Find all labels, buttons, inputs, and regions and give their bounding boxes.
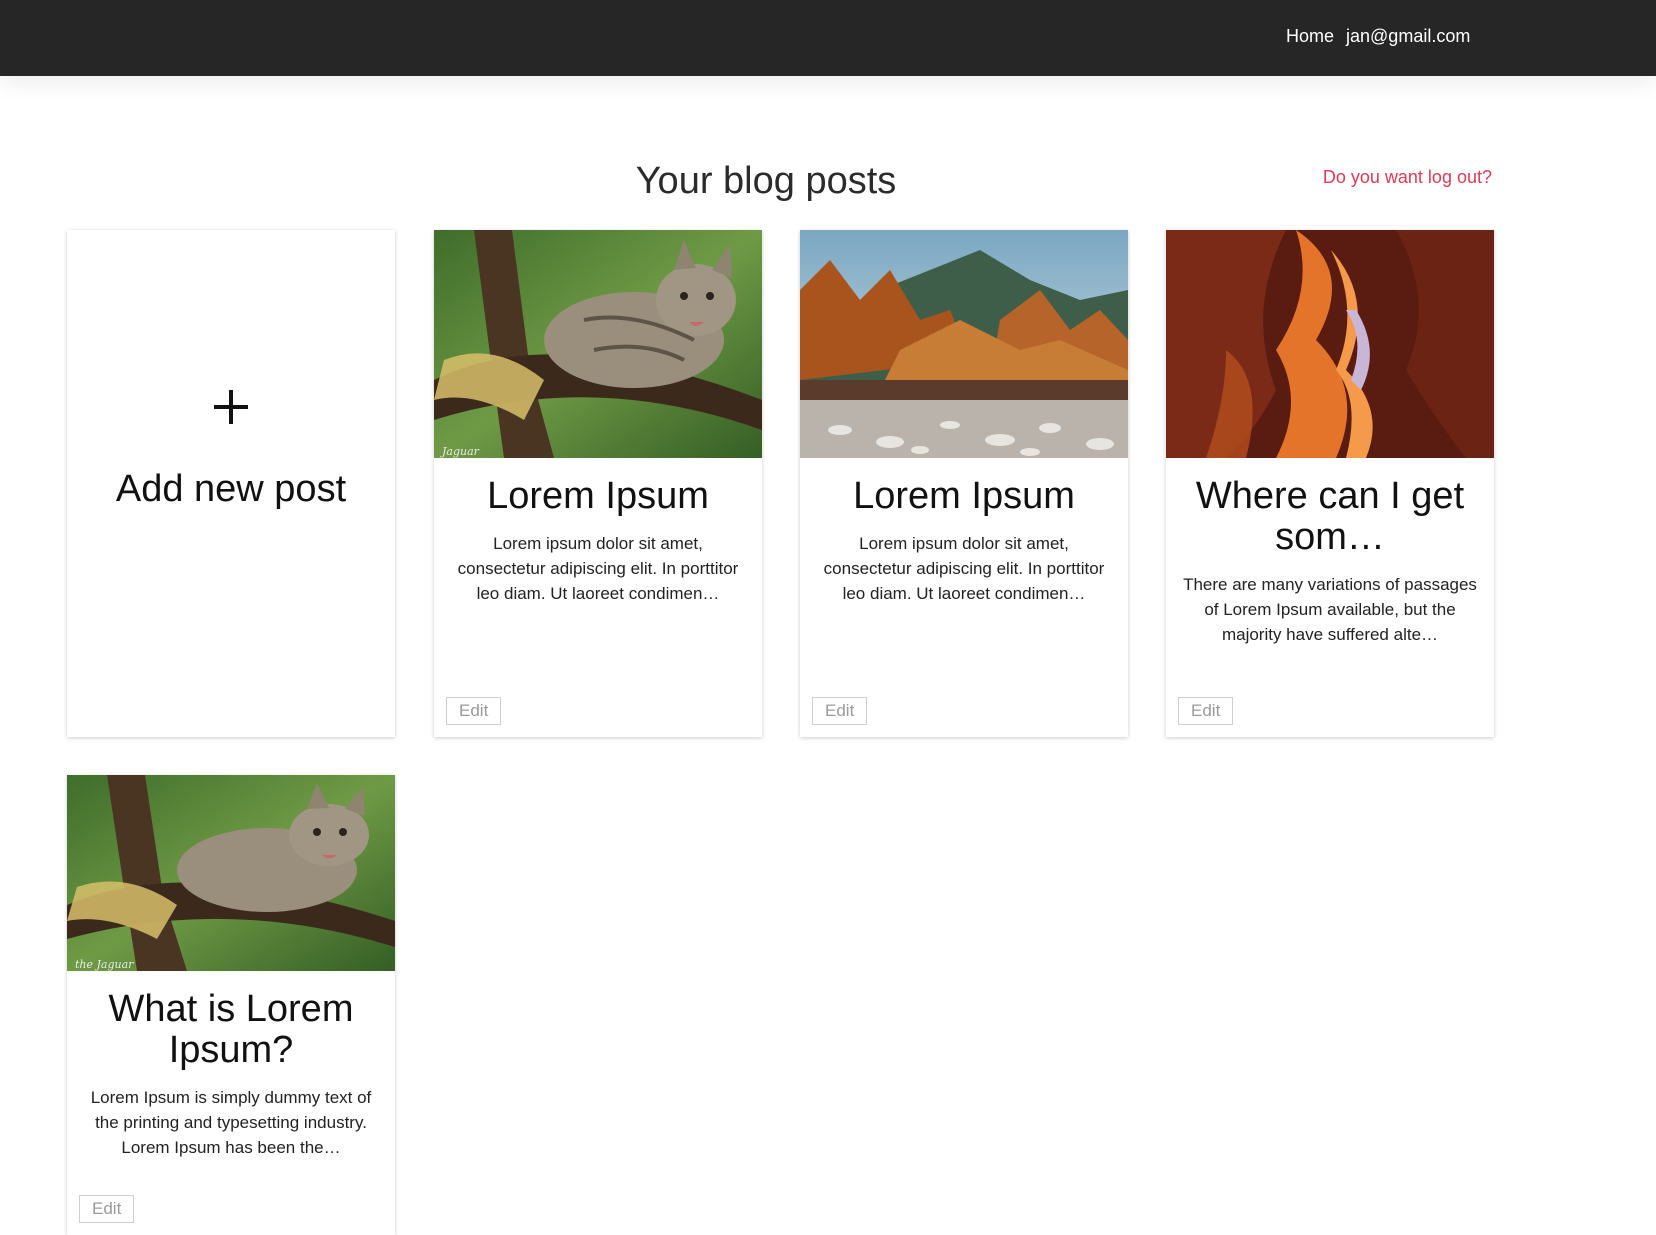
edit-button[interactable]: Edit: [79, 1195, 135, 1223]
add-new-post-card[interactable]: Add new post: [67, 230, 395, 737]
post-thumbnail: the Jaguar: [67, 775, 395, 971]
image-watermark: Jaguar: [442, 445, 479, 458]
post-excerpt: Lorem ipsum dolor sit amet, consectetur …: [457, 534, 739, 603]
post-title: Lorem Ipsum: [853, 475, 1075, 517]
post-excerpt: Lorem ipsum dolor sit amet, consectetur …: [823, 534, 1105, 603]
plus-icon: [214, 390, 248, 424]
image-watermark: the Jaguar: [75, 958, 134, 971]
edit-button[interactable]: Edit: [446, 697, 502, 725]
post-title: What is Lorem Ipsum?: [108, 988, 354, 1071]
post-card: Where can I get som… There are many vari…: [1166, 230, 1494, 737]
post-excerpt: Lorem Ipsum is simply dummy text of the …: [90, 1088, 372, 1157]
post-card: Jaguar Lorem Ipsum Lorem ipsum dolor sit…: [434, 230, 762, 737]
post-thumbnail: [800, 230, 1128, 458]
post-title: Lorem Ipsum: [487, 475, 709, 517]
post-thumbnail: Jaguar: [434, 230, 762, 458]
post-card: Lorem Ipsum Lorem ipsum dolor sit amet, …: [800, 230, 1128, 737]
post-thumbnail: [1166, 230, 1494, 458]
add-new-post-label: Add new post: [115, 468, 347, 510]
page-title: Your blog posts: [635, 160, 897, 202]
top-navbar: Home jan@gmail.com: [0, 0, 1656, 76]
post-title: Where can I get som…: [1195, 475, 1465, 558]
post-excerpt: There are many variations of passages of…: [1183, 575, 1477, 644]
nav-user-email-link[interactable]: jan@gmail.com: [1346, 26, 1470, 47]
edit-button[interactable]: Edit: [812, 697, 868, 725]
post-card: the Jaguar What is Lorem Ipsum? Lorem Ip…: [67, 775, 395, 1235]
edit-button[interactable]: Edit: [1178, 697, 1234, 725]
nav-home-link[interactable]: Home: [1286, 26, 1334, 47]
nav-links: Home jan@gmail.com: [1286, 26, 1470, 47]
logout-link[interactable]: Do you want log out?: [1323, 167, 1492, 188]
